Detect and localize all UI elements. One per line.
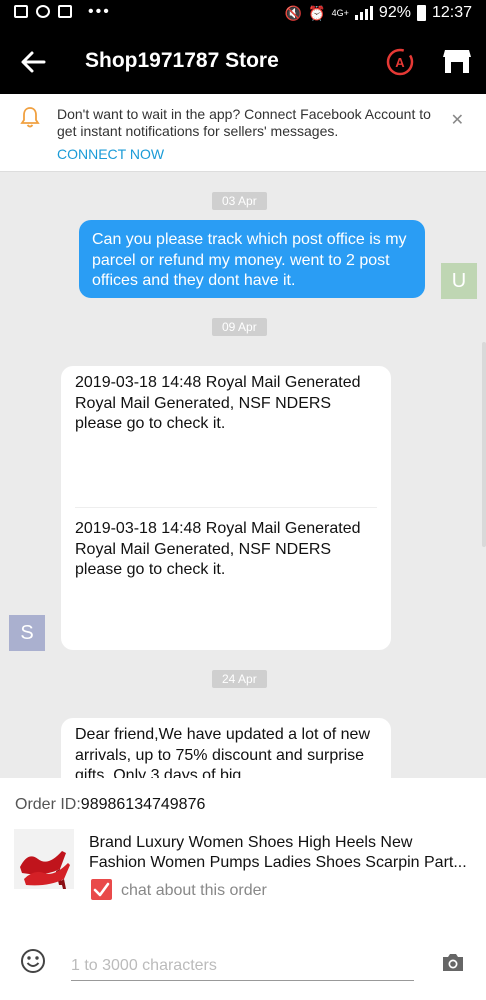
app-bar: Shop1971787 Store A: [0, 30, 486, 94]
message-divider: [75, 507, 377, 508]
close-banner-icon[interactable]: ✕: [451, 110, 464, 130]
gallery-notification-icon: [14, 5, 28, 18]
banner-text: Don't want to wait in the app? Connect F…: [57, 106, 431, 139]
user-avatar: U: [441, 263, 477, 299]
product-title-line: Brand Luxury Women Shoes High Heels New: [89, 834, 413, 851]
date-divider: 09 Apr: [212, 318, 267, 336]
product-thumbnail[interactable]: [14, 829, 74, 889]
store-title: Shop1971787 Store: [85, 49, 279, 72]
whatsapp-notification-icon: [36, 5, 50, 18]
order-id-label: Order ID:: [15, 796, 81, 813]
alarm-icon: ⏰: [308, 4, 326, 21]
mute-icon: 🔇: [284, 4, 303, 21]
message-part: 2019-03-18 14:48 Royal Mail Generated Ro…: [75, 374, 361, 432]
facebook-connect-banner: Don't want to wait in the app? Connect F…: [0, 94, 486, 172]
chat-about-order-label[interactable]: chat about this order: [121, 882, 267, 900]
connect-now-link[interactable]: CONNECT NOW: [57, 146, 164, 162]
network-type: 4G+: [331, 8, 349, 18]
message-part: 2019-03-18 14:48 Royal Mail Generated Ro…: [75, 520, 361, 578]
date-divider: 03 Apr: [212, 192, 267, 210]
back-arrow-icon[interactable]: [20, 49, 46, 75]
order-id-value: 98986134749876: [80, 796, 206, 813]
seller-avatar: S: [9, 615, 45, 651]
scroll-indicator[interactable]: [482, 342, 486, 547]
battery-percent: 92%: [378, 4, 411, 21]
order-status-icon[interactable]: A: [384, 46, 416, 78]
svg-text:A: A: [395, 55, 405, 70]
date-divider: 24 Apr: [212, 670, 267, 688]
emoji-icon[interactable]: [20, 948, 46, 974]
red-high-heel-image: [20, 851, 70, 889]
order-id: Order ID:98986134749876: [15, 796, 205, 814]
chat-about-order-checkbox[interactable]: [91, 879, 112, 900]
signal-icon: [354, 6, 373, 20]
status-bar: ••• 🔇 ⏰ 4G+ 92% 12:37: [0, 0, 486, 30]
incoming-message: Dear friend,We have updated a lot of new…: [61, 718, 391, 778]
checkmark-icon: [93, 882, 110, 897]
product-title-line: Fashion Women Pumps Ladies Shoes Scarpin…: [89, 854, 467, 871]
message-input[interactable]: [71, 951, 414, 981]
battery-icon: [416, 5, 426, 21]
incoming-message: 2019-03-18 14:48 Royal Mail Generated Ro…: [61, 366, 391, 650]
outgoing-message: Can you please track which post office i…: [79, 220, 425, 298]
product-title[interactable]: Brand Luxury Women Shoes High Heels New …: [89, 833, 474, 873]
chat-thread[interactable]: 03 Apr Can you please track which post o…: [0, 172, 486, 778]
bell-icon: [20, 107, 40, 128]
order-panel: Order ID:98986134749876 Brand Luxury Wom…: [0, 778, 486, 1000]
clock: 12:37: [431, 4, 472, 21]
message-text: Dear friend,We have updated a lot of new…: [75, 726, 370, 778]
mail-notification-icon: [58, 5, 72, 18]
more-notifications-icon: •••: [88, 3, 111, 20]
camera-icon[interactable]: [440, 950, 466, 974]
store-icon[interactable]: [441, 45, 473, 77]
